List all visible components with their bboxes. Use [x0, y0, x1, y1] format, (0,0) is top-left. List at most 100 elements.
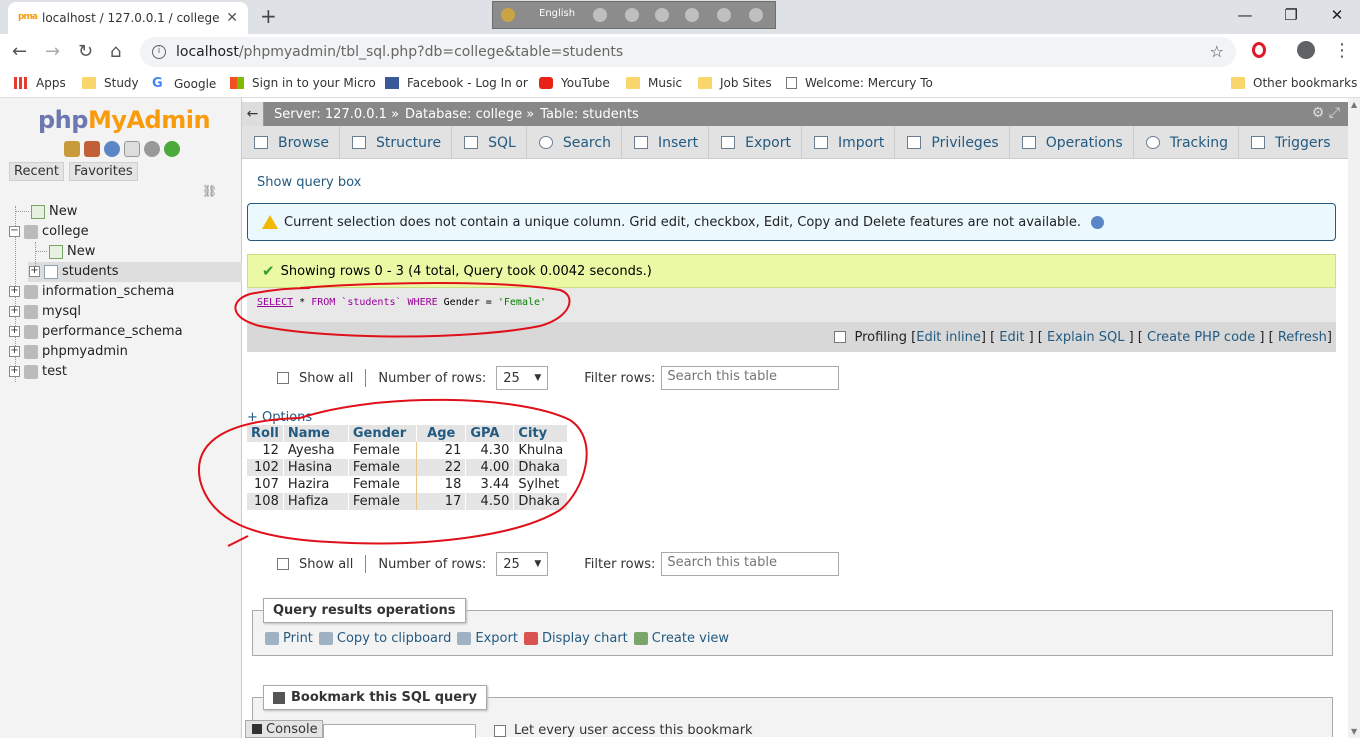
- ime-info-icon[interactable]: [749, 8, 763, 22]
- forward-arrow-icon[interactable]: →: [45, 41, 60, 62]
- restore-icon[interactable]: ❐: [1268, 0, 1314, 30]
- bookmark-label-input[interactable]: [323, 724, 476, 738]
- home-icon[interactable]: [64, 141, 80, 157]
- export-link[interactable]: Export: [457, 631, 518, 646]
- column-header-gender[interactable]: Gender: [348, 425, 418, 442]
- tree-item-phpmyadmin[interactable]: + phpmyadmin: [9, 344, 128, 359]
- ime-cloud-icon[interactable]: [593, 8, 607, 22]
- bookmark-google[interactable]: G Google: [152, 76, 216, 91]
- expand-icon[interactable]: +: [9, 346, 20, 357]
- tree-item-new[interactable]: New: [15, 204, 77, 219]
- tab-structure[interactable]: Structure: [340, 126, 453, 159]
- bookmark-apps[interactable]: Apps: [14, 76, 66, 90]
- show-all-checkbox[interactable]: [277, 558, 289, 570]
- browser-tab-active[interactable]: pma localhost / 127.0.0.1 / college / st…: [8, 2, 248, 34]
- collapse-icon[interactable]: −: [9, 226, 20, 237]
- bookmark-star-icon[interactable]: ☆: [1210, 42, 1224, 61]
- breadcrumb-table[interactable]: Table: students: [540, 107, 639, 122]
- ime-tools-icon[interactable]: [625, 8, 639, 22]
- tree-item-students[interactable]: + students: [29, 264, 118, 279]
- tab-browse[interactable]: Browse: [242, 126, 340, 159]
- options-toggle-link[interactable]: + Options: [247, 410, 312, 425]
- link-chain-icon[interactable]: ⛓: [202, 184, 217, 198]
- bookmark-job-sites[interactable]: Job Sites: [698, 76, 772, 90]
- expand-icon[interactable]: +: [29, 266, 40, 277]
- num-rows-select[interactable]: 25 ▼: [496, 366, 549, 390]
- site-info-icon[interactable]: i: [152, 45, 166, 59]
- profile-avatar-icon[interactable]: [1297, 41, 1315, 59]
- tree-item-information-schema[interactable]: + information_schema: [9, 284, 174, 299]
- home-icon[interactable]: ⌂: [110, 41, 121, 62]
- show-all-checkbox[interactable]: [277, 372, 289, 384]
- edit-inline-link[interactable]: Edit inline: [916, 330, 981, 345]
- url-text[interactable]: localhost/phpmyadmin/tbl_sql.php?db=coll…: [176, 44, 623, 60]
- settings-gear-icon[interactable]: [144, 141, 160, 157]
- reload-icon[interactable]: ↻: [78, 41, 93, 62]
- tab-triggers[interactable]: Triggers: [1239, 126, 1341, 159]
- tab-sql[interactable]: SQL: [452, 126, 527, 159]
- help-icon[interactable]: [104, 141, 120, 157]
- edit-link[interactable]: Edit: [999, 330, 1024, 345]
- refresh-link[interactable]: Refresh: [1278, 330, 1327, 345]
- tab-search[interactable]: Search: [527, 126, 622, 159]
- num-rows-select[interactable]: 25 ▼: [496, 552, 549, 576]
- bookmark-microsoft[interactable]: Sign in to your Micro: [230, 76, 376, 90]
- profiling-checkbox[interactable]: [834, 331, 847, 343]
- tree-item-test[interactable]: + test: [9, 364, 67, 379]
- breadcrumb-database[interactable]: Database: college »: [405, 107, 534, 122]
- ime-gear-icon[interactable]: [655, 8, 669, 22]
- bookmark-music[interactable]: Music: [626, 76, 682, 90]
- tree-item-college[interactable]: − college: [9, 224, 89, 239]
- new-tab-icon[interactable]: +: [260, 4, 277, 28]
- tab-insert[interactable]: Insert: [622, 126, 710, 159]
- copy-to-clipboard-link[interactable]: Copy to clipboard: [318, 631, 451, 646]
- expand-icon[interactable]: +: [9, 286, 20, 297]
- tab-export[interactable]: Export: [709, 126, 802, 159]
- collapse-nav-arrow-icon[interactable]: ←: [242, 102, 264, 126]
- show-query-box-link[interactable]: Show query box: [257, 175, 361, 190]
- tree-item-performance-schema[interactable]: + performance_schema: [9, 324, 183, 339]
- breadcrumb-server[interactable]: Server: 127.0.0.1 »: [274, 107, 399, 122]
- recent-tab[interactable]: Recent: [9, 162, 64, 181]
- tab-privileges[interactable]: Privileges: [895, 126, 1010, 159]
- opera-extension-icon[interactable]: [1252, 42, 1266, 58]
- ime-help-icon[interactable]: [717, 8, 731, 22]
- every-user-checkbox[interactable]: [494, 724, 506, 737]
- bookmark-facebook[interactable]: Facebook - Log In or: [385, 76, 528, 90]
- tab-close-icon[interactable]: ✕: [226, 10, 238, 26]
- browser-menu-icon[interactable]: ⋮: [1333, 40, 1351, 61]
- tree-item-college-new[interactable]: New: [35, 244, 95, 259]
- filter-rows-input[interactable]: Search this table: [661, 366, 840, 390]
- close-window-icon[interactable]: ✕: [1314, 0, 1360, 30]
- tree-item-mysql[interactable]: + mysql: [9, 304, 81, 319]
- pma-logo[interactable]: phpMyAdmin: [38, 106, 211, 134]
- ime-language-label[interactable]: English: [539, 8, 575, 19]
- tab-tracking[interactable]: Tracking: [1134, 126, 1239, 159]
- minimize-icon[interactable]: —: [1222, 0, 1268, 30]
- column-header-name[interactable]: Name: [283, 425, 349, 442]
- reload-nav-icon[interactable]: [164, 141, 180, 157]
- explain-sql-link[interactable]: Explain SQL: [1047, 330, 1124, 345]
- column-header-gpa[interactable]: GPA: [465, 425, 515, 442]
- create-view-link[interactable]: Create view: [633, 631, 729, 646]
- help-icon[interactable]: [1091, 215, 1105, 229]
- print-link[interactable]: Print: [265, 631, 313, 646]
- address-bar[interactable]: i localhost/phpmyadmin/tbl_sql.php?db=co…: [140, 37, 1236, 67]
- filter-rows-input[interactable]: Search this table: [661, 552, 840, 576]
- create-php-code-link[interactable]: Create PHP code: [1147, 330, 1255, 345]
- back-arrow-icon[interactable]: ←: [12, 41, 27, 62]
- docs-icon[interactable]: [124, 141, 140, 157]
- logout-icon[interactable]: [84, 141, 100, 157]
- page-scrollbar[interactable]: ▲ ▼: [1348, 98, 1360, 738]
- settings-gear-icon[interactable]: ⚙ ⤢: [1312, 105, 1340, 121]
- column-header-age[interactable]: Age: [416, 425, 467, 442]
- column-header-city[interactable]: City: [513, 425, 569, 442]
- ime-ie-icon[interactable]: [685, 8, 699, 22]
- expand-icon[interactable]: +: [9, 306, 20, 317]
- expand-icon[interactable]: +: [9, 326, 20, 337]
- console-toggle[interactable]: Console: [245, 720, 323, 738]
- scroll-up-icon[interactable]: ▲: [1351, 100, 1357, 109]
- tab-import[interactable]: Import: [802, 126, 896, 159]
- sql-query-display[interactable]: SELECT * FROM `students` WHERE Gender = …: [247, 288, 1336, 322]
- tab-operations[interactable]: Operations: [1010, 126, 1134, 159]
